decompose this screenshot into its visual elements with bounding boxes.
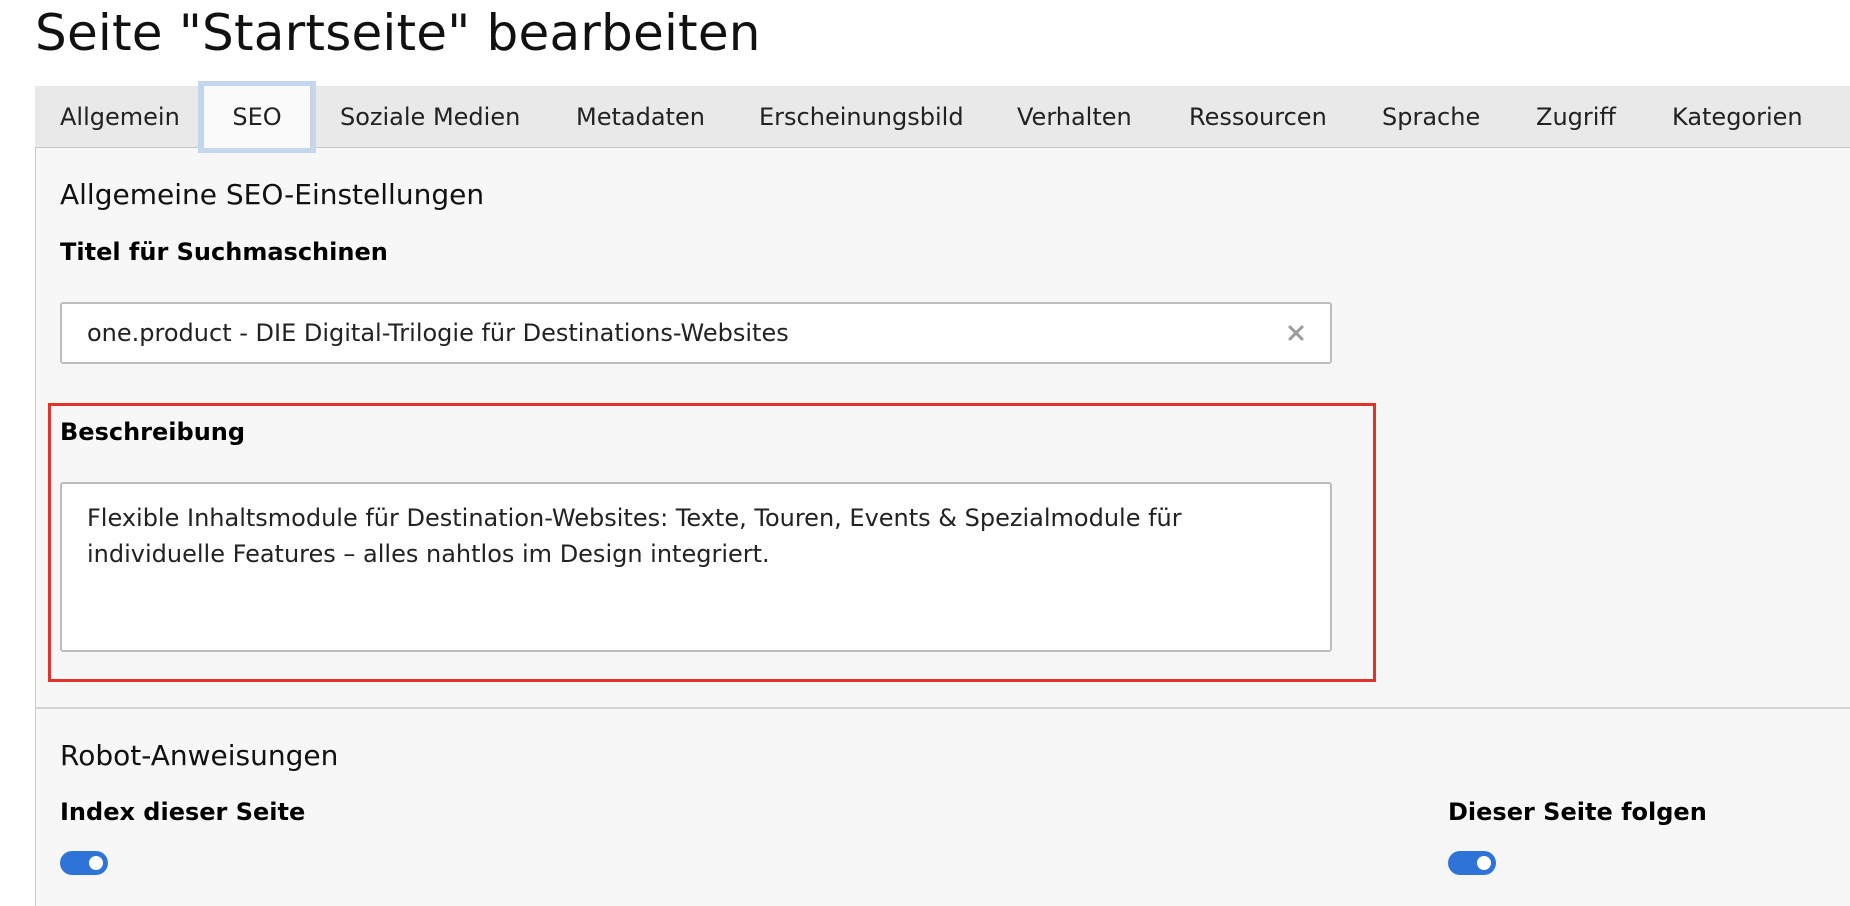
toggle-knob [1477, 856, 1491, 870]
tab-soziale-medien[interactable]: Soziale Medien [340, 86, 520, 148]
toggle-knob [89, 856, 103, 870]
search-title-label: Titel für Suchmaschinen [60, 238, 388, 266]
description-value[interactable]: Flexible Inhaltsmodule für Destination-W… [87, 500, 1287, 572]
tab-verhalten[interactable]: Verhalten [1017, 86, 1132, 148]
tab-ressourcen[interactable]: Ressourcen [1189, 86, 1327, 148]
follow-page-label: Dieser Seite folgen [1448, 798, 1707, 826]
tab-erscheinungsbild[interactable]: Erscheinungsbild [759, 86, 964, 148]
section-divider [35, 707, 1850, 709]
index-page-toggle[interactable] [60, 851, 108, 875]
seo-section-heading: Allgemeine SEO-Einstellungen [60, 178, 485, 211]
tab-bar: Allgemein SEO Soziale Medien Metadaten E… [35, 86, 1850, 148]
description-textarea[interactable]: Flexible Inhaltsmodule für Destination-W… [60, 482, 1332, 652]
tab-seo[interactable]: SEO [203, 86, 311, 148]
tab-metadaten[interactable]: Metadaten [576, 86, 705, 148]
tab-kategorien[interactable]: Kategorien [1672, 86, 1803, 148]
page-title: Seite "Startseite" bearbeiten [35, 4, 761, 62]
robots-section-heading: Robot-Anweisungen [60, 739, 339, 772]
follow-page-toggle[interactable] [1448, 851, 1496, 875]
tab-sprache[interactable]: Sprache [1382, 86, 1480, 148]
close-x-icon[interactable] [1284, 321, 1308, 345]
tab-allgemein[interactable]: Allgemein [60, 86, 180, 148]
search-title-input[interactable]: one.product - DIE Digital-Trilogie für D… [60, 302, 1332, 364]
index-page-label: Index dieser Seite [60, 798, 306, 826]
description-label: Beschreibung [60, 418, 246, 446]
search-title-value[interactable]: one.product - DIE Digital-Trilogie für D… [87, 304, 789, 362]
tab-zugriff[interactable]: Zugriff [1536, 86, 1616, 148]
